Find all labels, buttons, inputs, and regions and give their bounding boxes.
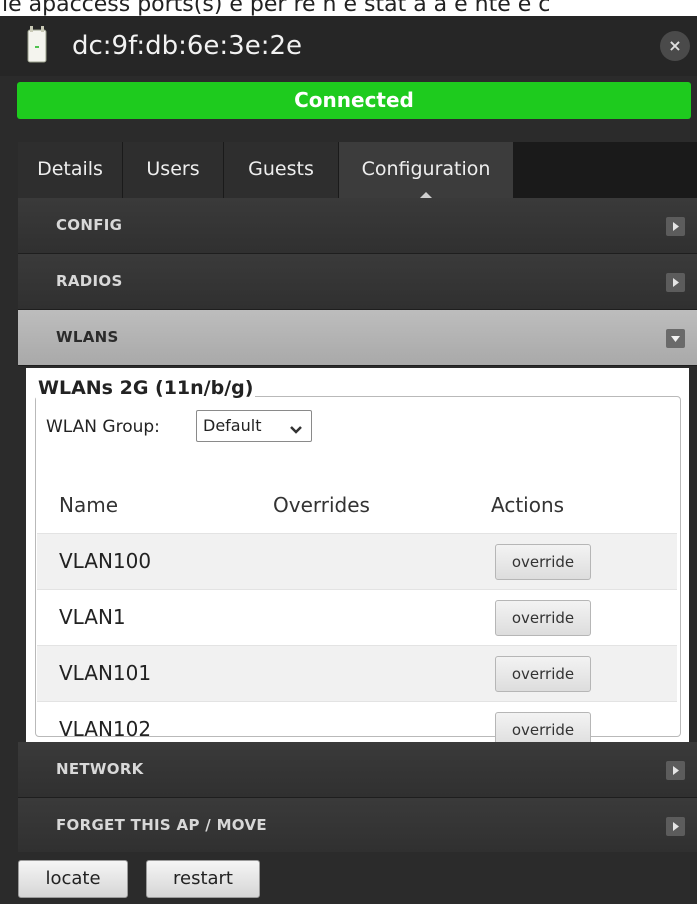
section-network[interactable]: NETWORK [18, 742, 697, 798]
override-button[interactable]: override [495, 600, 591, 636]
panel-header: dc:9f:db:6e:3e:2e × [0, 16, 697, 76]
tab-bar: Details Users Guests Configuration [18, 142, 697, 198]
tab-guests[interactable]: Guests [224, 142, 339, 198]
table-row: VLAN101 override [37, 646, 677, 702]
device-name: dc:9f:db:6e:3e:2e [72, 31, 302, 61]
chevron-down-icon [289, 417, 303, 447]
wlan-group-select[interactable]: Default [196, 410, 312, 442]
section-label: RADIOS [56, 272, 123, 290]
tab-details[interactable]: Details [18, 142, 123, 198]
triangle-right-icon [666, 761, 685, 780]
wlans-legend: WLANs 2G (11n/b/g) [36, 376, 256, 400]
wlan-group-value: Default [203, 416, 262, 435]
table-row: VLAN1 override [37, 590, 677, 646]
override-button[interactable]: override [495, 656, 591, 692]
section-label: NETWORK [56, 760, 144, 778]
section-wlans[interactable]: WLANS [18, 310, 697, 366]
restart-button[interactable]: restart [146, 860, 260, 898]
table-header-row: Name Overrides Actions [37, 478, 677, 534]
override-button[interactable]: override [495, 544, 591, 580]
connection-status-badge: Connected [17, 82, 691, 119]
section-radios[interactable]: RADIOS [18, 254, 697, 310]
ap-properties-panel: dc:9f:db:6e:3e:2e × Connected Details Us… [0, 16, 697, 904]
wlan-name: VLAN100 [59, 549, 152, 573]
locate-button[interactable]: locate [18, 860, 128, 898]
section-label: WLANS [56, 328, 119, 346]
triangle-right-icon [666, 217, 685, 236]
table-row: VLAN100 override [37, 534, 677, 590]
wlan-group-label: WLAN Group: [46, 417, 160, 437]
close-icon[interactable]: × [660, 31, 690, 61]
column-header-overrides: Overrides [273, 493, 370, 517]
access-point-icon [27, 26, 47, 63]
triangle-right-icon [666, 817, 685, 836]
tab-users[interactable]: Users [123, 142, 224, 198]
wlan-name: VLAN1 [59, 605, 126, 629]
tab-configuration[interactable]: Configuration [339, 142, 514, 198]
section-forget-ap[interactable]: FORGET THIS AP / MOVE [18, 798, 697, 854]
column-header-actions: Actions [491, 493, 565, 517]
section-label: CONFIG [56, 216, 123, 234]
triangle-down-icon [666, 329, 685, 348]
section-config[interactable]: CONFIG [18, 198, 697, 254]
wlans-panel: WLANs 2G (11n/b/g) WLAN Group: Default N… [26, 368, 689, 758]
column-header-name: Name [59, 493, 119, 517]
triangle-right-icon [666, 273, 685, 292]
wlan-name: VLAN101 [59, 661, 152, 685]
section-label: FORGET THIS AP / MOVE [56, 816, 267, 834]
